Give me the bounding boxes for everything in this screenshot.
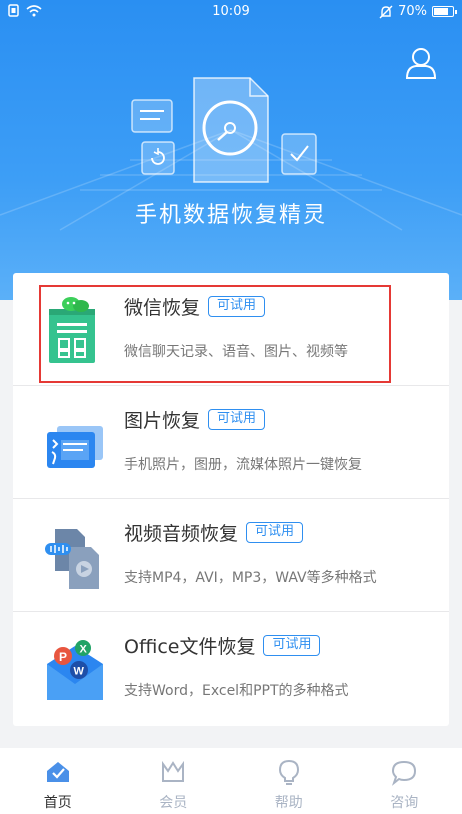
status-bar: 10:09 70% — [0, 0, 462, 24]
item-description: 支持MP4，AVI，MP3，WAV等多种格式 — [124, 570, 377, 586]
svg-text:X: X — [80, 644, 88, 656]
item-title: Office文件恢复 — [124, 636, 256, 658]
battery-icon — [432, 6, 457, 17]
list-item-video-audio-recovery[interactable]: 视频音频恢复 可试用 支持MP4，AVI，MP3，WAV等多种格式 — [13, 499, 449, 612]
svg-text:W: W — [74, 666, 85, 678]
user-profile-icon[interactable] — [404, 46, 438, 80]
list-item-wechat-recovery[interactable]: 微信恢复 可试用 微信聊天记录、语音、图片、视频等 — [13, 273, 449, 386]
list-item-photo-recovery[interactable]: 图片恢复 可试用 手机照片，图册，流媒体照片一键恢复 — [13, 386, 449, 499]
tab-member[interactable]: 会员 — [116, 748, 232, 814]
video-audio-icon — [45, 529, 99, 589]
tab-label: 帮助 — [274, 795, 303, 811]
hero-banner: 10:09 70% 手机数据恢复精灵 — [0, 0, 462, 300]
tab-label: 首页 — [43, 795, 72, 811]
recovery-options-card: 微信恢复 可试用 微信聊天记录、语音、图片、视频等 图片恢复 可试用 手机照片，… — [13, 273, 449, 726]
tab-label: 咨询 — [390, 795, 419, 811]
trial-badge: 可试用 — [263, 635, 321, 656]
item-title: 视频音频恢复 — [124, 523, 239, 545]
office-mail-icon: P X W — [47, 640, 103, 700]
crown-icon — [162, 760, 185, 782]
list-item-office-recovery[interactable]: P X W Office文件恢复 可试用 支持Word，Excel和PPT的多种… — [13, 612, 449, 725]
svg-text:P: P — [59, 650, 67, 664]
battery-percent: 70% — [398, 4, 427, 19]
tab-consult[interactable]: 咨询 — [347, 748, 462, 814]
highlight-box — [39, 285, 391, 383]
trial-badge: 可试用 — [208, 409, 266, 430]
item-description: 手机照片，图册，流媒体照片一键恢复 — [124, 457, 362, 473]
data-recovery-illustration-icon — [131, 77, 317, 183]
photo-folder-icon — [47, 426, 103, 468]
tab-help[interactable]: 帮助 — [231, 748, 347, 814]
tab-home[interactable]: 首页 — [0, 748, 116, 814]
home-icon — [46, 762, 69, 782]
trial-badge: 可试用 — [246, 522, 304, 543]
item-description: 支持Word，Excel和PPT的多种格式 — [124, 683, 349, 699]
item-title: 图片恢复 — [124, 410, 201, 432]
mute-bell-icon — [379, 5, 393, 18]
bulb-icon — [278, 759, 299, 785]
bottom-tab-bar: 首页 会员 帮助 咨询 — [0, 748, 462, 814]
chat-icon — [392, 760, 417, 786]
tab-label: 会员 — [159, 795, 188, 811]
app-title: 手机数据恢复精灵 — [134, 203, 327, 228]
